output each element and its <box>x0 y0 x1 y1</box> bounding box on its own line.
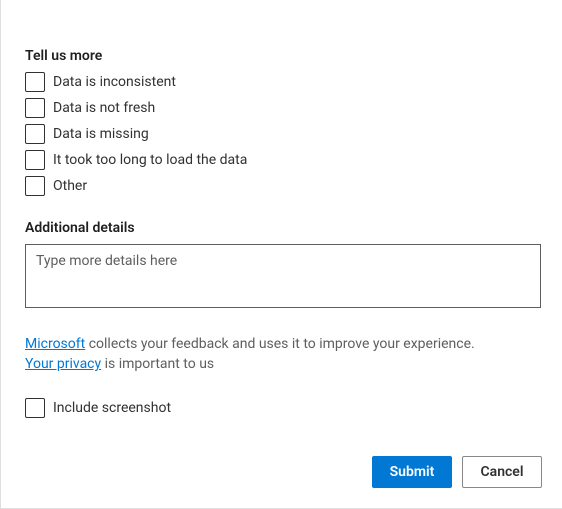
dialog-buttons: Submit Cancel <box>372 456 542 488</box>
checkbox-label-inconsistent: Data is inconsistent <box>53 74 176 90</box>
checkbox-row-inconsistent: Data is inconsistent <box>25 72 542 92</box>
checkbox-label-not-fresh: Data is not fresh <box>53 100 155 116</box>
issue-checkbox-list: Data is inconsistent Data is not fresh D… <box>25 72 542 196</box>
cancel-button[interactable]: Cancel <box>462 456 542 488</box>
include-screenshot-label: Include screenshot <box>53 400 171 416</box>
additional-details-heading: Additional details <box>25 220 542 236</box>
checkbox-other[interactable] <box>25 176 45 196</box>
checkbox-row-other: Other <box>25 176 542 196</box>
checkbox-missing[interactable] <box>25 124 45 144</box>
tell-us-more-heading: Tell us more <box>25 48 542 64</box>
checkbox-row-missing: Data is missing <box>25 124 542 144</box>
include-screenshot-row: Include screenshot <box>25 398 542 418</box>
checkbox-inconsistent[interactable] <box>25 72 45 92</box>
privacy-link[interactable]: Your privacy <box>25 356 101 372</box>
submit-button[interactable]: Submit <box>372 456 452 488</box>
feedback-panel: Tell us more Data is inconsistent Data i… <box>0 0 562 509</box>
checkbox-row-not-fresh: Data is not fresh <box>25 98 542 118</box>
checkbox-label-too-long: It took too long to load the data <box>53 152 247 168</box>
checkbox-label-other: Other <box>53 178 87 194</box>
checkbox-not-fresh[interactable] <box>25 98 45 118</box>
legal-text-1: collects your feedback and uses it to im… <box>85 336 474 352</box>
legal-text-2: is important to us <box>101 356 214 372</box>
microsoft-link[interactable]: Microsoft <box>25 336 85 352</box>
checkbox-too-long[interactable] <box>25 150 45 170</box>
legal-text: Microsoft collects your feedback and use… <box>25 334 542 374</box>
checkbox-row-too-long: It took too long to load the data <box>25 150 542 170</box>
checkbox-label-missing: Data is missing <box>53 126 149 142</box>
additional-details-input[interactable] <box>25 244 541 308</box>
checkbox-include-screenshot[interactable] <box>25 398 45 418</box>
